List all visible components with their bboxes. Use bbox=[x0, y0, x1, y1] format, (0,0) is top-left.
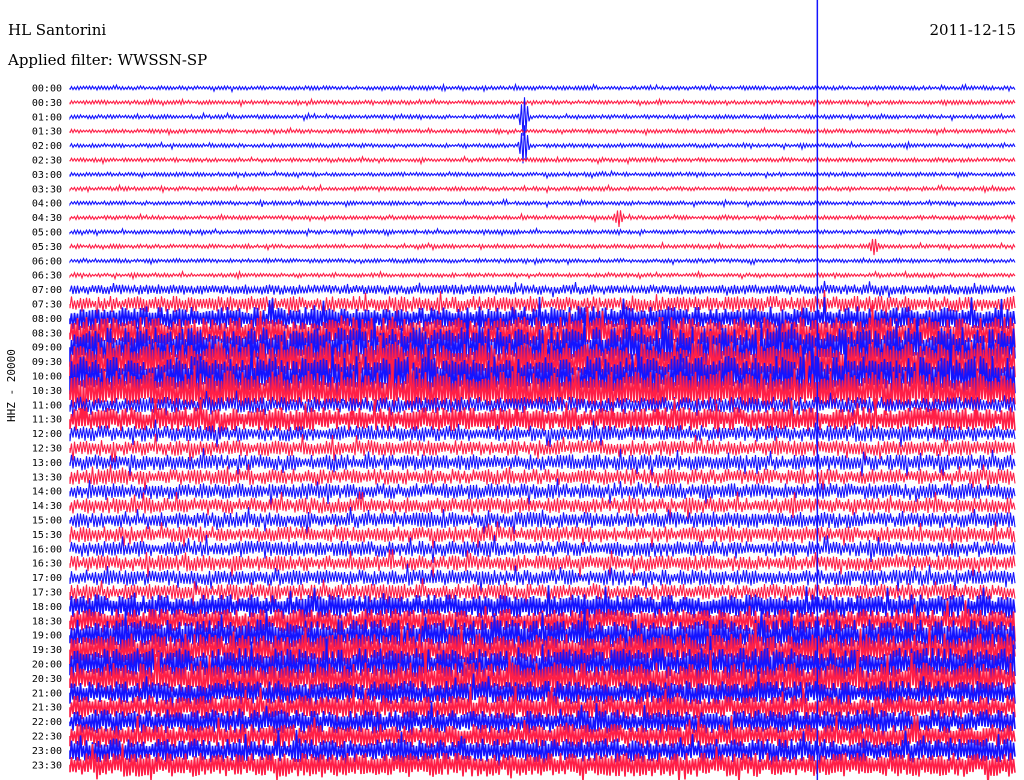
row-time-label: 03:30 bbox=[32, 184, 62, 195]
row-time-label: 16:30 bbox=[32, 559, 62, 570]
row-time-label: 10:30 bbox=[32, 386, 62, 397]
row-time-label: 14:30 bbox=[32, 501, 62, 512]
row-time-label: 18:00 bbox=[32, 602, 62, 613]
row-time-label: 23:30 bbox=[32, 760, 62, 771]
trace-line bbox=[69, 97, 1016, 109]
row-time-label: 01:00 bbox=[32, 112, 62, 123]
row-time-label: 15:30 bbox=[32, 530, 62, 541]
row-time-label: 04:30 bbox=[32, 213, 62, 224]
row-time-label: 07:30 bbox=[32, 300, 62, 311]
row-time-label: 16:00 bbox=[32, 544, 62, 555]
row-time-label: 12:00 bbox=[32, 429, 62, 440]
row-time-label: 13:30 bbox=[32, 472, 62, 483]
row-time-label: 20:00 bbox=[32, 660, 62, 671]
row-time-label: 08:30 bbox=[32, 328, 62, 339]
trace-line bbox=[69, 256, 1016, 267]
trace-line bbox=[69, 269, 1016, 281]
row-time-label: 14:00 bbox=[32, 487, 62, 498]
row-time-label: 10:00 bbox=[32, 372, 62, 383]
row-time-label: 20:30 bbox=[32, 674, 62, 685]
row-time-label: 18:30 bbox=[32, 616, 62, 627]
trace-line bbox=[69, 210, 1016, 228]
row-time-label: 06:00 bbox=[32, 256, 62, 267]
row-time-label: 02:00 bbox=[32, 141, 62, 152]
row-time-label: 05:30 bbox=[32, 242, 62, 253]
row-time-label: 02:30 bbox=[32, 156, 62, 167]
trace-line bbox=[69, 280, 1016, 298]
row-time-label: 23:00 bbox=[32, 746, 62, 757]
row-time-label: 07:00 bbox=[32, 285, 62, 296]
row-time-label: 08:00 bbox=[32, 314, 62, 325]
row-time-label: 00:30 bbox=[32, 98, 62, 109]
trace-line bbox=[69, 169, 1016, 180]
row-time-label: 04:00 bbox=[32, 199, 62, 210]
row-time-label: 22:00 bbox=[32, 717, 62, 728]
trace-line bbox=[69, 82, 1016, 94]
row-time-label: 17:00 bbox=[32, 573, 62, 584]
row-time-label: 15:00 bbox=[32, 516, 62, 527]
trace-line bbox=[69, 197, 1016, 209]
row-time-label: 19:00 bbox=[32, 631, 62, 642]
helicorder-plot: 00:00 00:30 01:00 01:30 02:00 02:30 03:00 03:30… bbox=[32, 0, 1016, 780]
row-time-label: 13:00 bbox=[32, 458, 62, 469]
trace-line bbox=[69, 183, 1016, 195]
helicorder-page: HL Santorini 2011-12-15 Applied filter: … bbox=[0, 0, 1024, 780]
row-time-label: 17:30 bbox=[32, 588, 62, 599]
trace-line bbox=[69, 155, 1016, 166]
row-time-label: 09:00 bbox=[32, 343, 62, 354]
row-time-label: 11:30 bbox=[32, 415, 62, 426]
row-time-label: 09:30 bbox=[32, 357, 62, 368]
row-time-label: 19:30 bbox=[32, 645, 62, 656]
row-time-label: 11:00 bbox=[32, 400, 62, 411]
trace-line bbox=[69, 238, 1016, 256]
trace-line bbox=[69, 126, 1016, 137]
row-time-label: 21:30 bbox=[32, 703, 62, 714]
row-time-label: 21:00 bbox=[32, 688, 62, 699]
row-time-label: 12:30 bbox=[32, 444, 62, 455]
trace-line bbox=[69, 226, 1016, 238]
row-time-label: 01:30 bbox=[32, 127, 62, 138]
row-time-label: 22:30 bbox=[32, 732, 62, 743]
row-time-label: 03:00 bbox=[32, 170, 62, 181]
row-time-label: 00:00 bbox=[32, 84, 62, 95]
row-time-label: 06:30 bbox=[32, 271, 62, 282]
row-time-label: 05:00 bbox=[32, 228, 62, 239]
